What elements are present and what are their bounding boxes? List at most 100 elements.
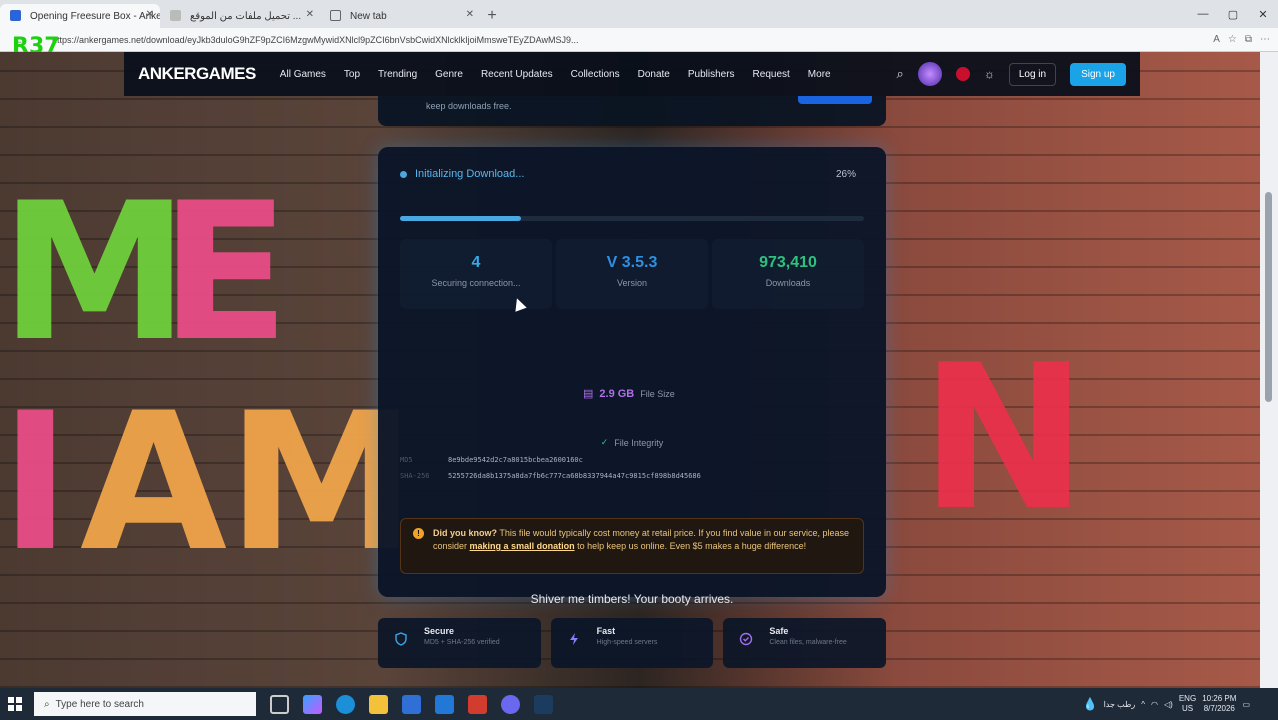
nav-more[interactable]: More bbox=[808, 69, 831, 80]
edge-icon[interactable] bbox=[336, 694, 355, 714]
read-aloud-icon[interactable]: A bbox=[1213, 34, 1220, 45]
ai-assistant-icon[interactable] bbox=[917, 62, 942, 86]
toolbar-icons: A ☆ ⧉ ⋯ bbox=[1213, 34, 1278, 45]
language-flag-icon[interactable] bbox=[955, 67, 970, 81]
download-stats: 4 Securing connection... V 3.5.3 Version… bbox=[400, 239, 864, 309]
notice-bold: Did you know? bbox=[433, 528, 497, 538]
status-dot-icon bbox=[400, 170, 407, 178]
browser-tab[interactable]: New tab ✕ bbox=[320, 4, 480, 28]
minimize-icon[interactable]: — bbox=[1188, 0, 1218, 28]
scrollbar-thumb[interactable] bbox=[1265, 192, 1272, 402]
nav-recent-updates[interactable]: Recent Updates bbox=[481, 69, 553, 80]
nav-donate[interactable]: Donate bbox=[638, 69, 670, 80]
nav-top[interactable]: Top bbox=[344, 69, 360, 80]
hash-key: MD5 bbox=[400, 456, 413, 464]
maximize-icon[interactable]: ▢ bbox=[1218, 0, 1248, 28]
site-favicon-icon bbox=[10, 10, 21, 21]
hash-value[interactable]: 5255726da8b1375a8da7fb6c777ca68b8337944a… bbox=[448, 472, 701, 480]
stat-connection: 4 Securing connection... bbox=[400, 239, 552, 309]
date-text: 8/7/2026 bbox=[1203, 704, 1235, 713]
mail-icon[interactable] bbox=[435, 694, 454, 714]
notifications-icon[interactable]: ▭ bbox=[1242, 700, 1250, 709]
signup-button[interactable]: Sign up bbox=[1070, 62, 1126, 86]
search-icon: ⌕ bbox=[44, 698, 50, 710]
nav-trending[interactable]: Trending bbox=[378, 69, 417, 80]
background-letters: E bbox=[160, 162, 290, 383]
stat-version: V 3.5.3 Version bbox=[556, 239, 708, 309]
stat-value: 4 bbox=[471, 254, 481, 271]
file-explorer-icon[interactable] bbox=[369, 694, 388, 714]
file-size-value: 2.9 GB bbox=[599, 387, 635, 400]
feature-title: Safe bbox=[769, 626, 789, 636]
status-text: Initializing Download... bbox=[415, 168, 525, 180]
page-scrollbar[interactable] bbox=[1260, 52, 1278, 688]
nav-publishers[interactable]: Publishers bbox=[688, 69, 735, 80]
site-logo[interactable]: ANKERGAMES bbox=[138, 64, 256, 84]
weather-text[interactable]: رطب جدا bbox=[1104, 700, 1136, 709]
browser-tab[interactable]: تحميل ملفات من الموقع ... ✕ bbox=[160, 4, 320, 28]
search-icon[interactable]: ⌕ bbox=[897, 66, 904, 82]
background-letters: I bbox=[0, 372, 71, 593]
progress-percent: 26% bbox=[835, 168, 856, 180]
nav-genre[interactable]: Genre bbox=[435, 69, 463, 80]
steam-icon[interactable] bbox=[534, 694, 553, 714]
hash-value[interactable]: 8e9bde9542d2c7a8015bcbea2600160c bbox=[448, 456, 583, 464]
new-tab-button[interactable]: + bbox=[480, 4, 504, 28]
close-window-icon[interactable]: ✕ bbox=[1248, 0, 1278, 28]
progress-fill bbox=[400, 216, 521, 221]
store-icon[interactable] bbox=[402, 694, 421, 714]
stat-label: Securing connection... bbox=[431, 278, 521, 288]
integrity-title-text: File Integrity bbox=[614, 437, 664, 448]
background-letters: AM bbox=[80, 372, 417, 593]
nav-all-games[interactable]: All Games bbox=[280, 69, 326, 80]
close-icon[interactable]: ✕ bbox=[146, 9, 154, 20]
nav-collections[interactable]: Collections bbox=[571, 69, 620, 80]
browser-tab-bar: Opening Freesure Box - AnkerGar... ✕ تحم… bbox=[0, 0, 1278, 28]
close-icon[interactable]: ✕ bbox=[306, 9, 314, 20]
language-indicator[interactable]: ENG US bbox=[1179, 694, 1196, 714]
tab-label: New tab bbox=[350, 10, 387, 22]
windows-start-icon[interactable] bbox=[0, 697, 30, 711]
hash-key: SHA-256 bbox=[400, 472, 430, 480]
stat-label: Version bbox=[616, 278, 648, 288]
network-icon[interactable]: ◠ bbox=[1151, 700, 1158, 709]
browser-tab-active[interactable]: Opening Freesure Box - AnkerGar... ✕ bbox=[0, 4, 160, 28]
taskbar-search-placeholder: Type here to search bbox=[55, 698, 144, 710]
hash-sha256: SHA-256 5255726da8b1375a8da7fb6c777ca68b… bbox=[400, 472, 864, 480]
close-icon[interactable]: ✕ bbox=[466, 9, 474, 20]
discord-icon[interactable] bbox=[501, 694, 520, 714]
donation-link[interactable]: making a small donation bbox=[470, 541, 575, 551]
feature-fast: Fast High-speed servers bbox=[550, 618, 714, 668]
login-button[interactable]: Log in bbox=[1008, 62, 1057, 86]
stat-value: 973,410 bbox=[759, 254, 817, 271]
file-integrity: ✓ File Integrity MD5 8e9bde9542d2c7a8015… bbox=[400, 437, 864, 480]
time-text: 10:26 PM bbox=[1202, 694, 1237, 703]
stat-downloads: 973,410 Downloads bbox=[712, 239, 864, 309]
weather-icon[interactable]: 💧 bbox=[1083, 697, 1098, 711]
notice-tail: to help keep us online. Even $5 makes a … bbox=[577, 541, 807, 551]
menu-icon[interactable]: ⋯ bbox=[1260, 34, 1270, 45]
stat-value: V 3.5.3 bbox=[606, 254, 658, 271]
web-page: M E I AM N ANKERGAMES All Games Top Tren… bbox=[0, 52, 1278, 688]
window-controls: — ▢ ✕ bbox=[1188, 0, 1278, 28]
app-icon[interactable] bbox=[468, 694, 487, 714]
copilot-icon[interactable] bbox=[303, 694, 322, 714]
favorites-icon[interactable]: ☆ bbox=[1228, 34, 1237, 45]
progress-bar bbox=[400, 216, 864, 221]
address-bar-row: ← https://ankergames.net/download/eyJkb3… bbox=[0, 28, 1278, 52]
volume-icon[interactable]: ◁) bbox=[1164, 700, 1173, 709]
info-icon: ! bbox=[413, 528, 424, 539]
tray-chevron-icon[interactable]: ^ bbox=[1141, 700, 1145, 709]
url-field[interactable]: https://ankergames.net/download/eyJkb3du… bbox=[52, 31, 1205, 49]
shield-icon bbox=[395, 632, 407, 646]
taskbar-apps bbox=[270, 694, 553, 714]
task-view-icon[interactable] bbox=[270, 694, 289, 714]
feature-safe: Safe Clean files, malware-free bbox=[723, 618, 887, 668]
clock[interactable]: 10:26 PM 8/7/2026 bbox=[1202, 694, 1236, 714]
taskbar-search[interactable]: ⌕ Type here to search bbox=[34, 692, 256, 716]
feature-cards: Secure MD5 + SHA-256 verified Fast High-… bbox=[378, 618, 887, 668]
theme-toggle-icon[interactable]: ☼ bbox=[984, 67, 995, 81]
donate-button-partial[interactable] bbox=[798, 96, 872, 104]
extensions-icon[interactable]: ⧉ bbox=[1245, 34, 1252, 45]
nav-request[interactable]: Request bbox=[753, 69, 790, 80]
